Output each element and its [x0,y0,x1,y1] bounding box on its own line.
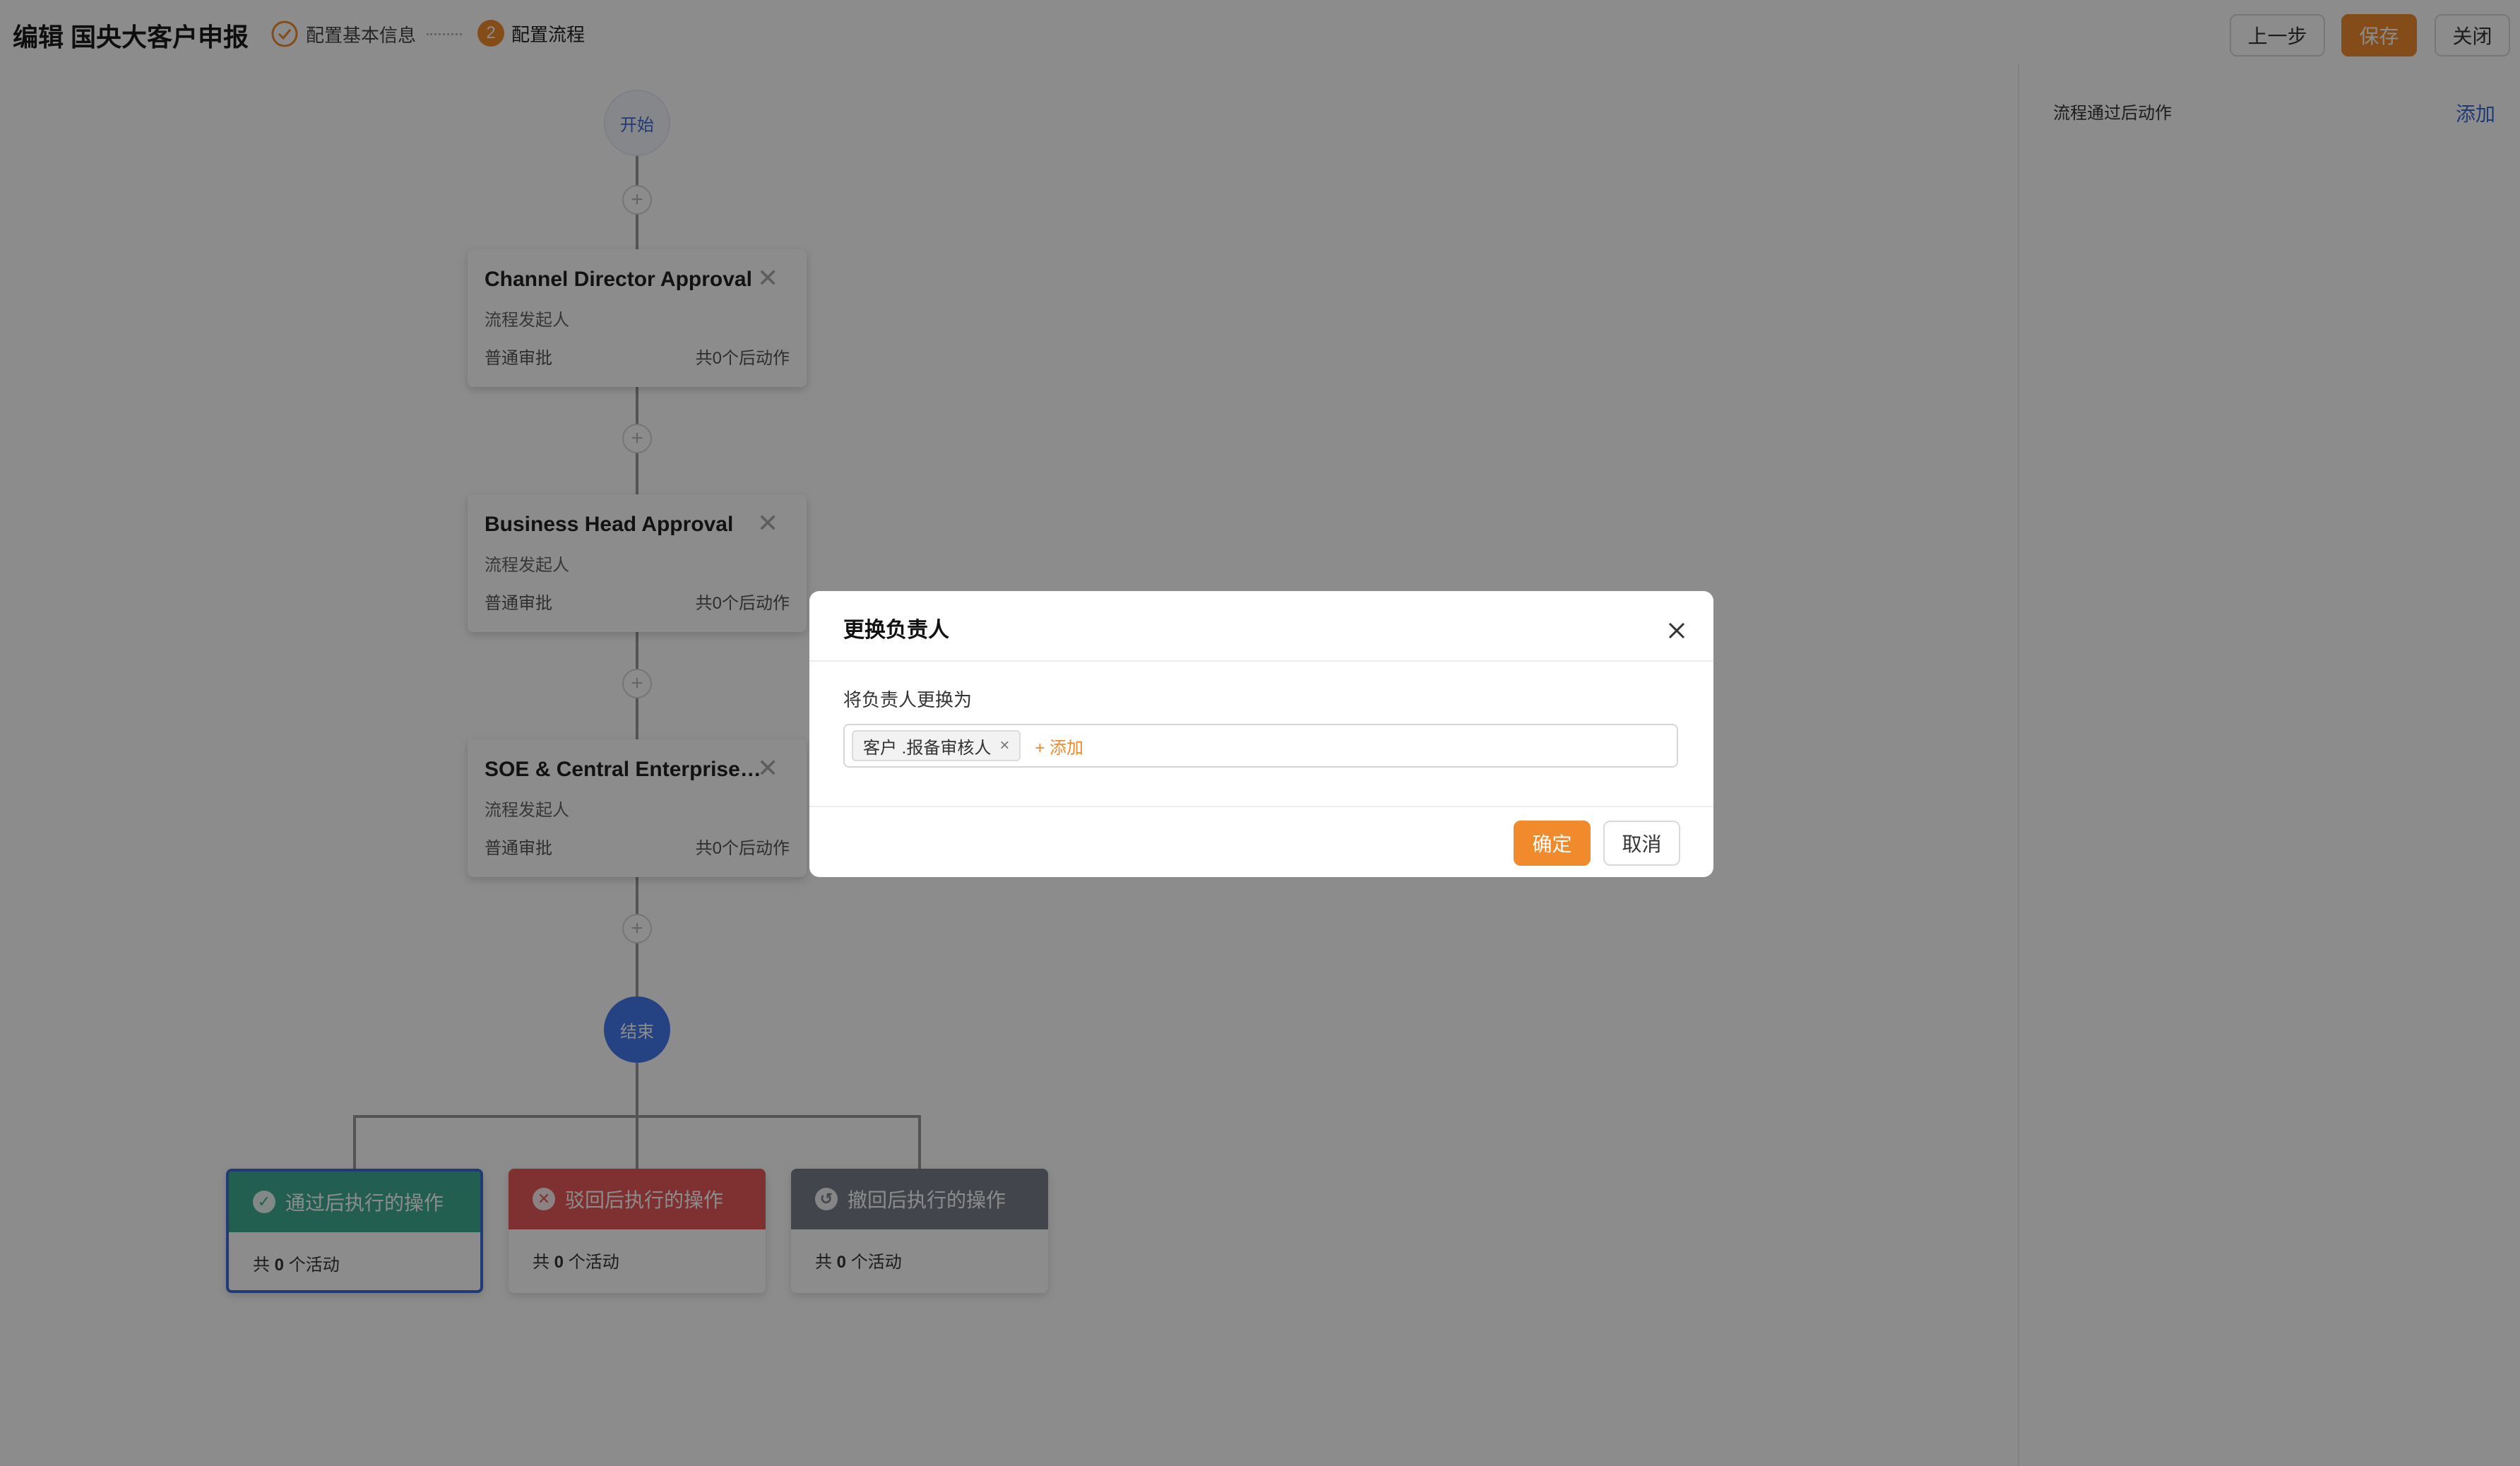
add-owner-link[interactable]: + 添加 [1035,734,1083,758]
change-owner-dialog: 更换负责人 将负责人更换为 客户 .报备审核人 × + 添加 确定 取消 [809,591,1713,877]
cancel-button[interactable]: 取消 [1603,821,1680,866]
tag-label: 客户 .报备审核人 [863,738,992,758]
field-label: 将负责人更换为 [843,689,973,710]
owner-select-field[interactable]: 客户 .报备审核人 × + 添加 [843,724,1678,768]
close-icon[interactable] [1664,618,1689,643]
dialog-title: 更换负责人 [843,619,949,642]
dialog-divider [809,806,1713,807]
confirm-button[interactable]: 确定 [1514,821,1591,866]
tag-remove-icon[interactable]: × [999,736,1009,756]
selected-owner-tag: 客户 .报备审核人 × [852,730,1021,761]
dialog-divider [809,660,1713,662]
